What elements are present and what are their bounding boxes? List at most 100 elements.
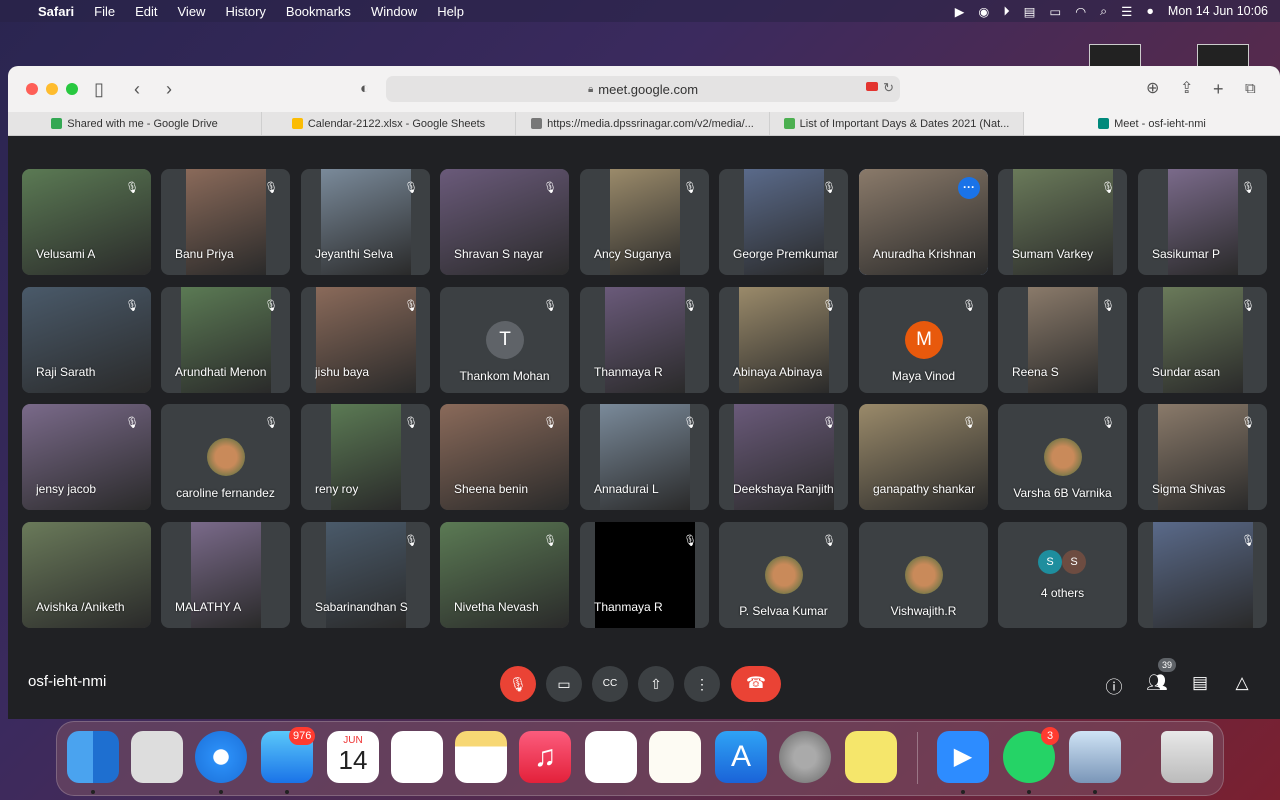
pages-icon[interactable]: [649, 731, 701, 783]
tab-overview-icon[interactable]: ⧉: [1245, 79, 1256, 99]
tab-important-days[interactable]: List of Important Days & Dates 2021 (Nat…: [770, 112, 1024, 135]
participant-tile[interactable]: Shravan S nayar 🎙︎: [440, 169, 569, 275]
menu-window[interactable]: Window: [371, 4, 417, 19]
participant-tile[interactable]: M Maya Vinod 🎙︎: [859, 287, 988, 393]
menu-bookmarks[interactable]: Bookmarks: [286, 4, 351, 19]
tab-google-meet[interactable]: Meet - osf-ieht-nmi: [1024, 112, 1280, 135]
participant-tile[interactable]: Deekshaya Ranjith 🎙︎: [719, 404, 848, 510]
participant-tile[interactable]: Jeyanthi Selva 🎙︎: [301, 169, 430, 275]
participant-tile[interactable]: MALATHY A: [161, 522, 290, 628]
tab-google-sheets[interactable]: Calendar-2122.xlsx - Google Sheets: [262, 112, 516, 135]
notes-icon[interactable]: [455, 731, 507, 783]
participant-tile[interactable]: Sheena benin 🎙︎: [440, 404, 569, 510]
launchpad-icon[interactable]: [131, 731, 183, 783]
play-icon[interactable]: ⏵: [1003, 4, 1009, 19]
new-tab-icon[interactable]: +: [1213, 79, 1224, 99]
system-preferences-icon[interactable]: [779, 731, 831, 783]
siri-icon[interactable]: ●: [1146, 4, 1154, 18]
participant-tile[interactable]: Sigma Shivas 🎙︎: [1138, 404, 1267, 510]
share-icon[interactable]: ⇪: [1180, 79, 1193, 99]
control-center-icon[interactable]: ☰: [1121, 4, 1132, 19]
close-window-button[interactable]: [26, 83, 38, 95]
menu-history[interactable]: History: [225, 4, 265, 19]
menu-app-name[interactable]: Safari: [38, 4, 74, 19]
participant-tile[interactable]: Arundhati Menon 🎙︎: [161, 287, 290, 393]
meeting-code[interactable]: osf-ieht-nmi: [28, 673, 106, 690]
screen-record-icon[interactable]: ◉: [978, 4, 989, 19]
participant-tile[interactable]: Annadurai L 🎙︎: [580, 404, 709, 510]
safari-icon[interactable]: [195, 731, 247, 783]
participant-tile[interactable]: Sumam Varkey 🎙︎: [998, 169, 1127, 275]
participant-tile[interactable]: Nivetha Nevash 🎙︎: [440, 522, 569, 628]
participant-tile[interactable]: 🎙︎: [1138, 522, 1267, 628]
participant-tile[interactable]: Ancy Suganya 🎙︎: [580, 169, 709, 275]
participant-tile[interactable]: Thanmaya R 🎙︎: [580, 287, 709, 393]
participant-tile[interactable]: ganapathy shankar 🎙︎: [859, 404, 988, 510]
wifi-icon[interactable]: ◠: [1075, 4, 1086, 19]
numbers-icon[interactable]: [585, 731, 637, 783]
stickies-icon[interactable]: [845, 731, 897, 783]
back-icon[interactable]: ‹: [134, 79, 140, 99]
chat-icon[interactable]: ▤: [1189, 673, 1211, 693]
participant-tile[interactable]: Sabarinandhan S 🎙︎: [301, 522, 430, 628]
more-options-button[interactable]: ⋮: [684, 666, 720, 702]
calendar-icon[interactable]: JUN 14: [327, 731, 379, 783]
reload-icon[interactable]: ↻: [883, 80, 894, 96]
meeting-info-icon[interactable]: ⓘ: [1103, 673, 1125, 698]
privacy-shield-icon[interactable]: ◐: [360, 79, 369, 99]
battery-icon[interactable]: ▭: [1049, 4, 1061, 19]
trash-icon[interactable]: [1161, 731, 1213, 783]
reminders-icon[interactable]: [391, 731, 443, 783]
participant-tile[interactable]: Vishwajith.R: [859, 522, 988, 628]
sidebar-icon[interactable]: ▯: [94, 79, 104, 99]
tab-media-dps[interactable]: https://media.dpssrinagar.com/v2/media/.…: [516, 112, 770, 135]
participant-tile[interactable]: Sasikumar P 🎙︎: [1138, 169, 1267, 275]
participant-tile[interactable]: Velusami A 🎙︎: [22, 169, 151, 275]
participant-tile[interactable]: Sundar asan 🎙︎: [1138, 287, 1267, 393]
address-bar[interactable]: 🔒︎ meet.google.com ↻: [386, 76, 900, 102]
participant-tile[interactable]: George Premkumar 🎙︎: [719, 169, 848, 275]
people-icon[interactable]: 👥︎: [1146, 673, 1168, 693]
activities-icon[interactable]: △: [1231, 673, 1253, 693]
downloads-icon[interactable]: ⊕: [1146, 79, 1159, 99]
participant-tile[interactable]: jishu baya 🎙︎: [301, 287, 430, 393]
mic-toggle-button[interactable]: 🎙︎: [500, 666, 536, 702]
menu-datetime[interactable]: Mon 14 Jun 10:06: [1168, 4, 1268, 18]
participant-tile[interactable]: caroline fernandez 🎙︎: [161, 404, 290, 510]
tab-google-drive[interactable]: Shared with me - Google Drive: [8, 112, 262, 135]
participant-tile[interactable]: Banu Priya 🎙︎: [161, 169, 290, 275]
captions-button[interactable]: CC: [592, 666, 628, 702]
camera-status-icon[interactable]: ▶: [955, 4, 965, 19]
zoom-app-icon[interactable]: ▶: [937, 731, 989, 783]
menu-edit[interactable]: Edit: [135, 4, 157, 19]
menu-extra-icon[interactable]: ▤: [1024, 4, 1036, 19]
leave-call-button[interactable]: ☎︎: [731, 666, 781, 702]
preview-icon[interactable]: [1069, 731, 1121, 783]
forward-icon[interactable]: ›: [166, 79, 172, 99]
camera-toggle-button[interactable]: ▭: [546, 666, 582, 702]
present-button[interactable]: ⇧: [638, 666, 674, 702]
participant-tile[interactable]: P. Selvaa Kumar 🎙︎: [719, 522, 848, 628]
participant-tile[interactable]: Thanmaya R 🎙︎: [580, 522, 709, 628]
participant-tile[interactable]: Abinaya Abinaya 🎙︎: [719, 287, 848, 393]
participant-tile[interactable]: Varsha 6B Varnika 🎙︎: [998, 404, 1127, 510]
participant-tile[interactable]: Anuradha Krishnan ···: [859, 169, 988, 275]
desktop-thumbnail[interactable]: [1089, 44, 1141, 68]
participant-tile[interactable]: SS 4 others: [998, 522, 1127, 628]
minimize-window-button[interactable]: [46, 83, 58, 95]
music-icon[interactable]: ♫: [519, 731, 571, 783]
participant-tile[interactable]: Raji Sarath 🎙︎: [22, 287, 151, 393]
participant-tile[interactable]: jensy jacob 🎙︎: [22, 404, 151, 510]
participant-tile[interactable]: T Thankom Mohan 🎙︎: [440, 287, 569, 393]
camera-in-use-icon[interactable]: [866, 82, 878, 91]
spotlight-search-icon[interactable]: ⌕: [1100, 4, 1107, 19]
participant-tile[interactable]: Reena S 🎙︎: [998, 287, 1127, 393]
menu-file[interactable]: File: [94, 4, 115, 19]
menu-help[interactable]: Help: [437, 4, 464, 19]
participant-tile[interactable]: Avishka /Aniketh: [22, 522, 151, 628]
desktop-thumbnail[interactable]: [1197, 44, 1249, 68]
app-store-icon[interactable]: A: [715, 731, 767, 783]
menu-view[interactable]: View: [178, 4, 206, 19]
participant-tile[interactable]: reny roy 🎙︎: [301, 404, 430, 510]
finder-icon[interactable]: [67, 731, 119, 783]
